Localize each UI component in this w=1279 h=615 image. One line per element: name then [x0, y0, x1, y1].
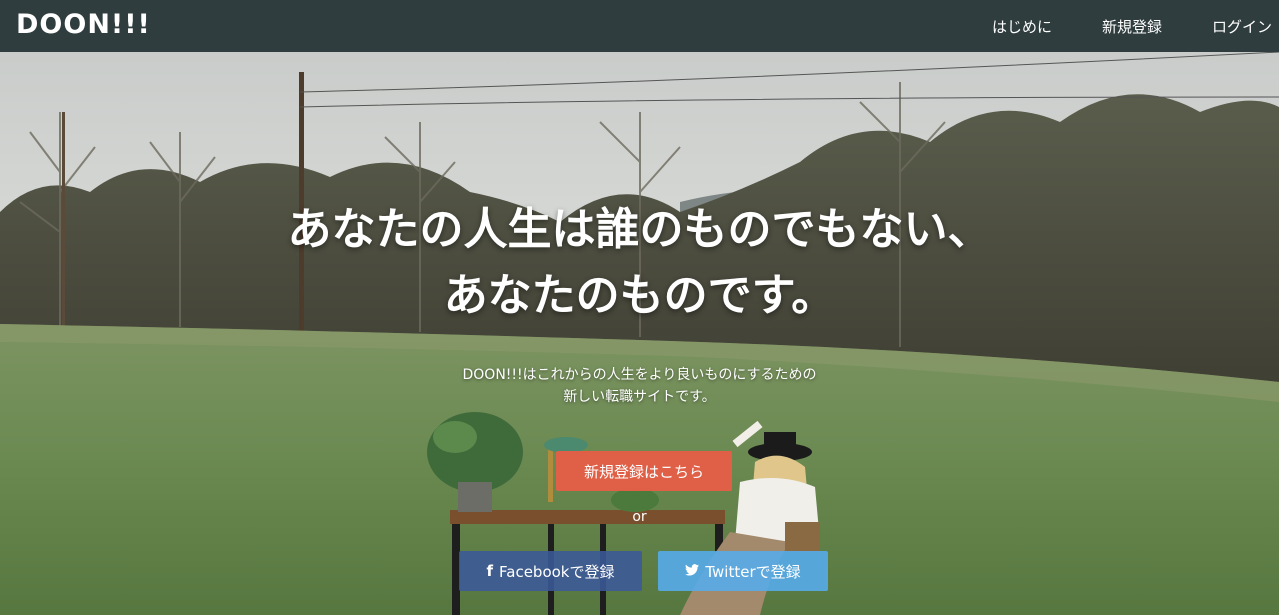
hero-background-image [0, 52, 1279, 615]
facebook-signup-button[interactable]: f Facebookで登録 [459, 551, 642, 591]
nav-link-about[interactable]: はじめに [992, 16, 1052, 37]
hero-headline-line-1: あなたの人生は誰のものでもない、 [287, 204, 992, 255]
facebook-icon: f [486, 561, 494, 580]
facebook-signup-label: Facebookで登録 [499, 562, 615, 581]
site-logo[interactable]: DOON!!! [16, 9, 151, 40]
twitter-signup-button[interactable]: Twitterで登録 [658, 551, 828, 591]
twitter-signup-label: Twitterで登録 [705, 562, 801, 581]
signup-button[interactable]: 新規登録はこちら [556, 451, 732, 491]
hero-subtext-line-2: 新しい転職サイトです。 [563, 389, 716, 405]
nav-link-signup[interactable]: 新規登録 [1102, 16, 1162, 37]
hero-subtext-line-1: DOON!!!はこれからの人生をより良いものにするための [462, 367, 817, 383]
or-divider: or [632, 509, 647, 525]
top-navbar: DOON!!! はじめに 新規登録 ログイン [0, 0, 1279, 52]
twitter-icon [685, 563, 700, 579]
hero-headline-line-2: あなたのものです。 [443, 270, 836, 321]
nav-link-login[interactable]: ログイン [1212, 16, 1272, 37]
main-nav: はじめに 新規登録 ログイン [942, 0, 1272, 52]
hero-section: あなたの人生は誰のものでもない、 あなたのものです。 DOON!!!はこれからの… [0, 52, 1279, 615]
